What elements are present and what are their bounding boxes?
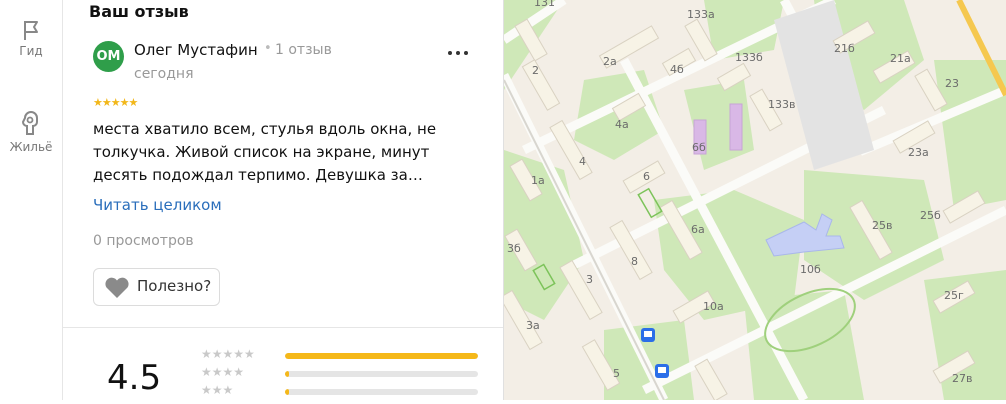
reviews-panel: Ваш отзыв ОМ Олег Мустафин • 1 отзыв сег… [63, 0, 504, 400]
divider [63, 327, 503, 328]
map-label: 1а [531, 174, 545, 187]
bus-stop-icon[interactable] [655, 364, 669, 378]
map-label: 25в [872, 219, 892, 232]
map-label: 2 [532, 64, 539, 77]
map-label: 4 [579, 155, 586, 168]
map-label: 3а [526, 319, 540, 332]
review-text: места хватило всем, стулья вдоль окна, н… [93, 120, 437, 184]
map-label: 4а [615, 118, 629, 131]
map-label: 4б [670, 63, 684, 76]
views-count: 0 просмотров [93, 233, 194, 249]
rating-bar-fill [285, 371, 289, 377]
map-label: 10б [800, 263, 821, 276]
map-label: 27в [952, 372, 972, 385]
map-canvas[interactable]: 131 133а 2 2а 4б 133б 21б 21а 23 133в 4а… [499, 0, 1006, 403]
nav-item-guide-label: Гид [19, 44, 43, 58]
map-label: 6 [643, 170, 650, 183]
map-label: 3б [507, 242, 521, 255]
rating-row-5[interactable]: ★★★★★ [201, 347, 481, 362]
author-name[interactable]: Олег Мустафин [134, 41, 258, 59]
map-label: 133а [687, 8, 715, 21]
map-label: 8 [631, 255, 638, 268]
nav-item-housing-label: Жильё [9, 140, 53, 154]
nav-item-housing[interactable]: Жильё [0, 108, 62, 154]
heart-icon [105, 277, 129, 298]
average-rating: 4.5 [107, 358, 162, 398]
rating-bar-fill [285, 389, 289, 395]
house-icon [21, 111, 38, 135]
rating-row-stars: ★★★ [201, 383, 234, 397]
sidebar: Гид Жильё [0, 0, 63, 400]
map-label: 25г [944, 289, 964, 302]
bus-stop-icon[interactable] [641, 328, 655, 342]
map-label: 3 [586, 273, 593, 286]
helpful-button[interactable]: Полезно? [93, 268, 220, 306]
map-label: 21а [890, 52, 911, 65]
dots-icon [448, 51, 452, 55]
review-date: сегодня [134, 66, 194, 82]
separator-dot: • [264, 41, 272, 56]
flag-icon [24, 21, 38, 40]
nav-item-guide[interactable]: Гид [0, 18, 62, 58]
map-label: 131 [534, 0, 555, 9]
rating-bar [285, 371, 478, 377]
more-options-button[interactable] [445, 43, 473, 63]
map-label: 23а [908, 146, 929, 159]
map-label: 2а [603, 55, 617, 68]
building-purple [729, 103, 743, 151]
rating-row-stars: ★★★★★ [201, 347, 255, 361]
rating-bar-fill [285, 353, 478, 359]
map[interactable]: 131 133а 2 2а 4б 133б 21б 21а 23 133в 4а… [499, 0, 1006, 403]
rating-row-3[interactable]: ★★★ [201, 383, 481, 398]
map-label: 6б [692, 141, 706, 154]
map-label: 6а [691, 223, 705, 236]
section-title: Ваш отзыв [89, 2, 189, 21]
map-label: 25б [920, 209, 941, 222]
map-label: 10а [703, 300, 724, 313]
rating-row-4[interactable]: ★★★★ [201, 365, 481, 380]
map-label: 21б [834, 42, 855, 55]
map-label: 23 [945, 77, 959, 90]
avatar[interactable]: ОМ [93, 41, 124, 72]
map-label: 133в [768, 98, 795, 111]
helpful-label: Полезно? [137, 277, 212, 295]
map-label: 133б [735, 51, 763, 64]
read-more-link[interactable]: Читать целиком [93, 196, 222, 214]
rating-row-stars: ★★★★ [201, 365, 245, 379]
map-label: 5 [613, 367, 620, 380]
review-rating-stars: ★★★★★ [93, 96, 138, 109]
rating-bar [285, 389, 478, 395]
rating-bar [285, 353, 478, 359]
author-reviews-count[interactable]: 1 отзыв [275, 42, 332, 58]
